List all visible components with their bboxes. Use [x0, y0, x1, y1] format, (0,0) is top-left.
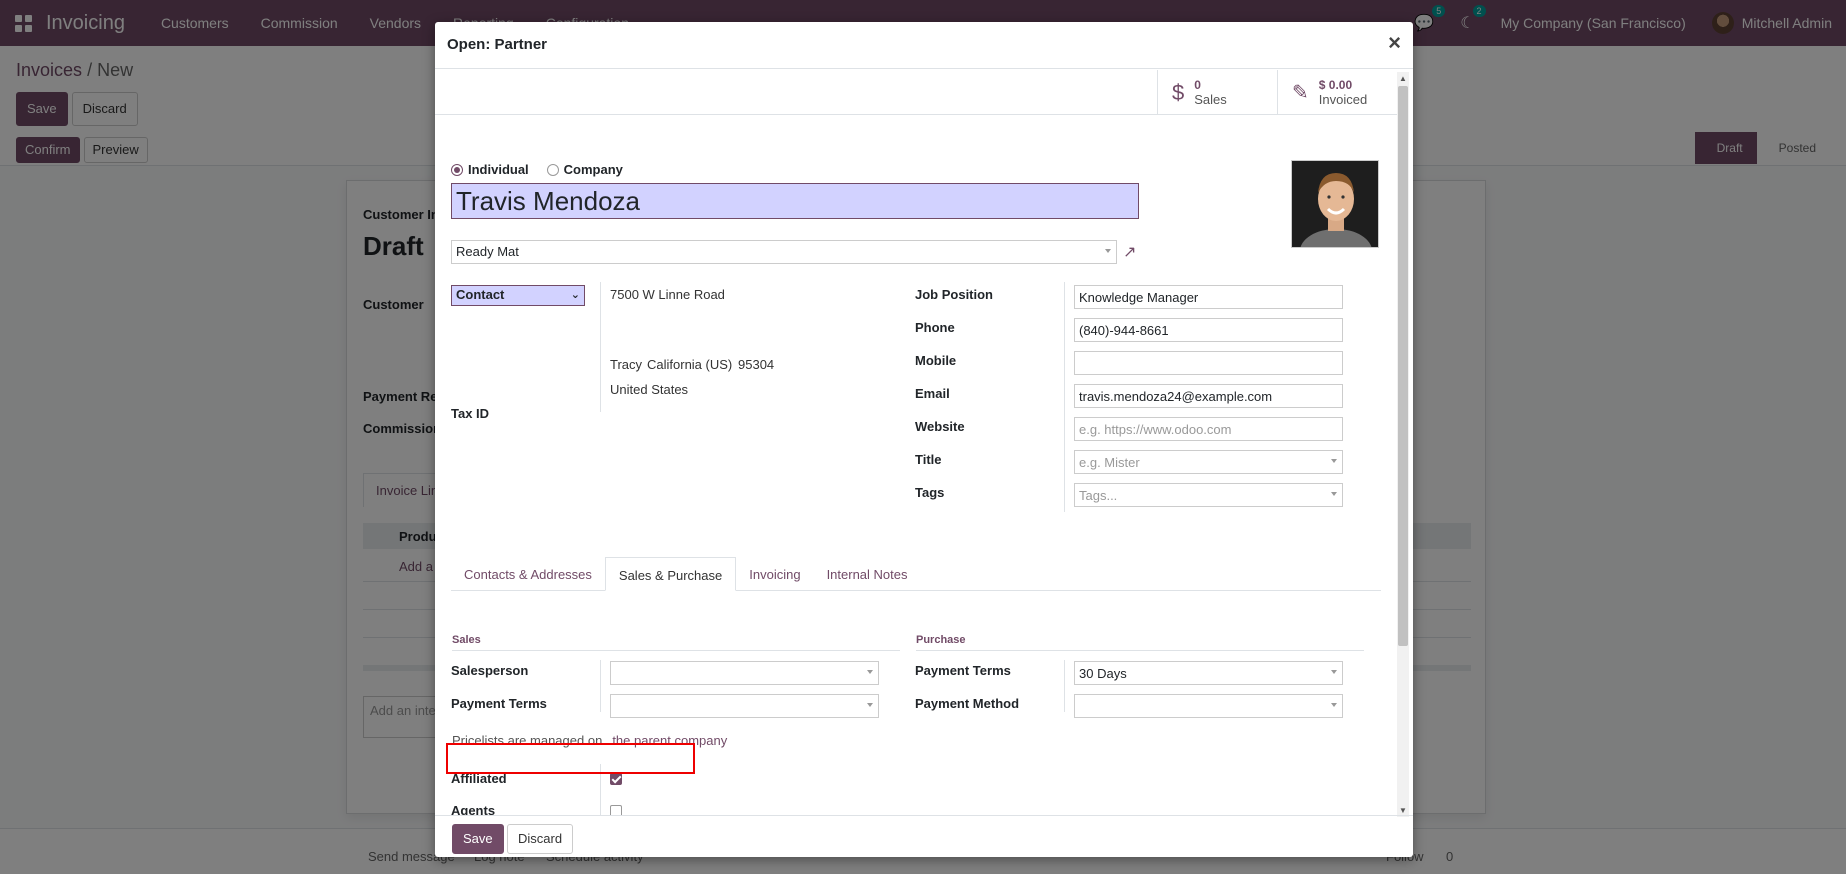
chevron-down-icon — [1331, 703, 1337, 707]
parent-company-value: Ready Mat — [456, 244, 519, 259]
address-type-value: Contact — [456, 287, 505, 302]
partner-tabs: Contacts & Addresses Sales & Purchase In… — [451, 557, 1381, 591]
dollar-icon: $ — [1172, 79, 1185, 105]
purchase-heading: Purchase — [916, 634, 1364, 651]
sales-payment-terms-select[interactable] — [610, 694, 879, 718]
sales-label: Sales — [1194, 92, 1227, 107]
title-placeholder: e.g. Mister — [1079, 455, 1140, 470]
dialog-body: $ 0 Sales ✎ $ 0.00 Invoiced Individual C… — [435, 70, 1413, 815]
divider — [1064, 282, 1065, 512]
chevron-down-icon — [867, 670, 873, 674]
purchase-payment-terms-value: 30 Days — [1079, 666, 1127, 681]
email-label: Email — [915, 386, 950, 401]
invoiced-stat-button[interactable]: ✎ $ 0.00 Invoiced — [1277, 70, 1399, 115]
sales-stat-button[interactable]: $ 0 Sales — [1157, 70, 1277, 115]
radio-individual[interactable]: Individual — [451, 162, 529, 177]
dialog-footer: Save Discard — [435, 815, 1413, 857]
chevron-down-icon — [1331, 492, 1337, 496]
parent-company-select[interactable]: Ready Mat — [451, 240, 1117, 264]
agents-checkbox[interactable] — [610, 805, 622, 815]
mobile-label: Mobile — [915, 353, 957, 368]
street-field[interactable]: 7500 W Linne Road — [610, 287, 725, 302]
partner-dialog: Open: Partner × $ 0 Sales ✎ $ 0.00 Invoi… — [435, 22, 1413, 857]
purchase-payment-terms-label: Payment Terms — [915, 663, 1011, 678]
website-input[interactable]: e.g. https://www.odoo.com — [1074, 417, 1343, 441]
divider — [1064, 660, 1065, 712]
tab-internal-notes[interactable]: Internal Notes — [814, 557, 921, 590]
partner-name-input[interactable]: Travis Mendoza — [451, 183, 1139, 219]
tab-sales-purchase[interactable]: Sales & Purchase — [604, 557, 737, 591]
chevron-down-icon — [1331, 459, 1337, 463]
sales-count: 0 — [1194, 78, 1201, 92]
dialog-discard-button[interactable]: Discard — [507, 824, 574, 854]
title-label: Title — [915, 452, 942, 467]
radio-individual-label: Individual — [468, 162, 529, 177]
chevron-down-icon: ⌄ — [570, 289, 580, 301]
tab-contacts-addresses[interactable]: Contacts & Addresses — [451, 557, 605, 590]
chevron-down-icon — [867, 703, 873, 707]
stat-buttons: $ 0 Sales ✎ $ 0.00 Invoiced — [435, 70, 1399, 115]
job-position-label: Job Position — [915, 287, 993, 302]
dialog-title: Open: Partner — [447, 36, 548, 53]
edit-icon: ✎ — [1292, 82, 1309, 104]
scrollbar-thumb[interactable] — [1398, 86, 1408, 646]
chevron-down-icon — [1331, 670, 1337, 674]
invoiced-label: Invoiced — [1318, 92, 1368, 107]
tags-input[interactable]: Tags... — [1074, 483, 1343, 507]
website-label: Website — [915, 419, 965, 434]
radio-company[interactable]: Company — [546, 162, 623, 177]
external-link-icon[interactable]: ↗ — [1123, 242, 1136, 262]
tab-invoicing[interactable]: Invoicing — [736, 557, 813, 590]
salesperson-label: Salesperson — [451, 663, 529, 678]
mobile-input[interactable] — [1074, 351, 1343, 375]
phone-input[interactable]: (840)-944-8661 — [1074, 318, 1343, 342]
partner-photo[interactable] — [1291, 160, 1379, 248]
sales-heading: Sales — [452, 634, 900, 651]
job-position-input[interactable]: Knowledge Manager — [1074, 285, 1343, 309]
payment-method-select[interactable] — [1074, 694, 1343, 718]
tax-id-label: Tax ID — [451, 406, 490, 421]
sales-payment-terms-label: Payment Terms — [451, 696, 547, 711]
affiliated-highlight-box — [446, 743, 695, 774]
tags-placeholder: Tags... — [1079, 488, 1118, 503]
email-input[interactable]: travis.mendoza24@example.com — [1074, 384, 1343, 408]
state-field[interactable]: California (US) — [647, 357, 732, 372]
salesperson-select[interactable] — [610, 661, 879, 685]
radio-company-label: Company — [563, 162, 623, 177]
country-field[interactable]: United States — [610, 382, 688, 397]
chevron-down-icon — [1105, 249, 1111, 253]
phone-label: Phone — [915, 320, 955, 335]
address-type-select[interactable]: Contact ⌄ — [451, 285, 585, 306]
dialog-header: Open: Partner × — [435, 22, 1413, 69]
divider — [600, 660, 601, 712]
scroll-down-icon[interactable]: ▼ — [1399, 806, 1407, 815]
partner-type-radio: Individual Company — [451, 162, 623, 177]
scroll-up-icon[interactable]: ▲ — [1399, 74, 1407, 83]
title-select[interactable]: e.g. Mister — [1074, 450, 1343, 474]
dialog-save-button[interactable]: Save — [452, 824, 504, 854]
purchase-payment-terms-select[interactable]: 30 Days — [1074, 661, 1343, 685]
zip-field[interactable]: 95304 — [738, 357, 774, 372]
agents-label: Agents — [451, 803, 496, 815]
affiliated-checkbox[interactable] — [610, 773, 622, 785]
tags-label: Tags — [915, 485, 945, 500]
invoiced-amount: $ 0.00 — [1318, 78, 1353, 92]
city-field[interactable]: Tracy — [610, 357, 642, 372]
dialog-scrollbar[interactable]: ▲ ▼ — [1397, 72, 1409, 817]
divider — [600, 282, 601, 412]
payment-method-label: Payment Method — [915, 696, 1020, 711]
close-icon[interactable]: × — [1388, 30, 1401, 56]
